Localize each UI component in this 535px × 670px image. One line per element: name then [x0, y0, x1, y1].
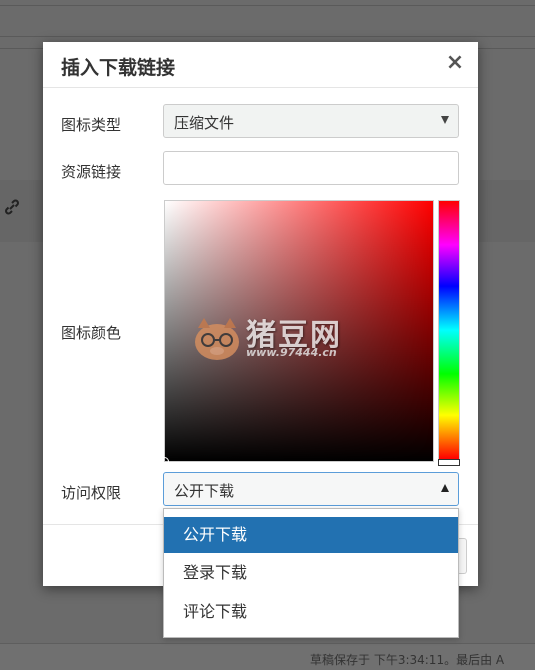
- icon-type-label: 图标类型: [61, 116, 122, 134]
- close-icon[interactable]: ×: [444, 51, 466, 75]
- dialog-title: 插入下载链接: [61, 57, 176, 79]
- background-divider: [0, 36, 535, 37]
- access-option-login[interactable]: 登录下载: [164, 553, 458, 592]
- access-value: 公开下载: [174, 482, 235, 500]
- dialog-header: 插入下载链接 ×: [43, 42, 478, 88]
- icon-type-select[interactable]: 压缩文件: [163, 104, 459, 138]
- link-icon: [5, 199, 19, 215]
- color-picker-handle[interactable]: [160, 457, 169, 466]
- icon-color-label: 图标颜色: [61, 324, 122, 342]
- pig-icon: [195, 318, 239, 360]
- watermark-url: www.97444.cn: [246, 346, 337, 359]
- chevron-up-icon: [441, 484, 449, 492]
- resource-link-input[interactable]: [163, 151, 459, 185]
- watermark-logo: 猪豆网 www.97444.cn: [190, 312, 360, 372]
- draft-status-text: 草稿保存于 下午3:34:11。最后由 A: [310, 653, 505, 667]
- access-option-public[interactable]: 公开下载: [164, 517, 458, 553]
- resource-link-label: 资源链接: [61, 163, 122, 181]
- background-status-bar: 草稿保存于 下午3:34:11。最后由 A: [0, 643, 535, 670]
- access-select[interactable]: 公开下载: [163, 472, 459, 506]
- access-options-list: 公开下载 登录下载 评论下载: [163, 508, 459, 638]
- access-option-comment[interactable]: 评论下载: [164, 592, 458, 631]
- access-label: 访问权限: [61, 484, 122, 502]
- dialog-footer-button[interactable]: [458, 538, 467, 574]
- insert-download-link-dialog: 插入下载链接 × 图标类型 压缩文件 资源链接 图标颜色 猪豆网 www.974…: [43, 42, 478, 586]
- hue-slider-handle[interactable]: [438, 459, 460, 466]
- icon-type-value: 压缩文件: [174, 114, 235, 132]
- hue-slider[interactable]: [438, 200, 460, 466]
- chevron-down-icon: [441, 116, 449, 124]
- background-divider: [0, 5, 535, 6]
